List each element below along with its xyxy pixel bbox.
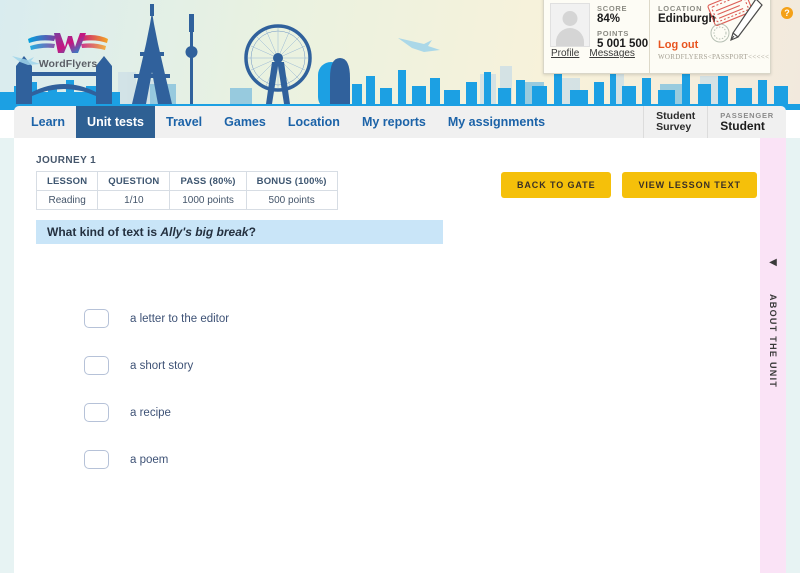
question-title-italic: Ally's big break [160,225,248,239]
header-banner: WordFlyers SCORE 84% POINTS 5 001 500 Pr… [0,0,800,110]
cell-question: 1/10 [98,191,170,210]
help-icon[interactable]: ? [781,7,793,19]
journey-label: JOURNEY 1 [36,155,96,166]
tab-my-reports[interactable]: My reports [351,106,437,138]
passport-right-page: LOCATION Edinburgh Log out WORDFLYERS<PA… [650,0,770,73]
header-bonus: BONUS (100%) [246,172,337,191]
header-question: QUESTION [98,172,170,191]
lesson-info-table: LESSON QUESTION PASS (80%) BONUS (100%) … [36,171,338,210]
chevron-left-icon: ◀ [769,258,777,268]
header-pass: PASS (80%) [170,172,246,191]
logout-link[interactable]: Log out [658,39,698,51]
passport-left-page: SCORE 84% POINTS 5 001 500 Profile Messa… [544,0,650,73]
tab-travel[interactable]: Travel [155,106,213,138]
about-the-unit-tab[interactable]: ◀ ABOUT THE UNIT [760,138,786,573]
checkbox-icon[interactable] [84,356,109,375]
answer-option-1[interactable]: a letter to the editor [84,308,229,329]
passport-stamp-icon [698,0,768,57]
nav-tab-list: Learn Unit tests Travel Games Location M… [14,106,556,138]
wordflyers-logo-icon [26,27,110,57]
passport-links: Profile Messages [551,48,650,59]
student-survey-link[interactable]: Student Survey [643,106,707,138]
app-root: WordFlyers SCORE 84% POINTS 5 001 500 Pr… [0,0,800,573]
points-label: POINTS [597,29,648,38]
passenger-info: PASSENGER Student [707,106,786,138]
answer-option-2[interactable]: a short story [84,355,229,376]
passport-panel: SCORE 84% POINTS 5 001 500 Profile Messa… [543,0,771,74]
answer-option-3[interactable]: a recipe [84,402,229,423]
table-header-row: LESSON QUESTION PASS (80%) BONUS (100%) [37,172,338,191]
answer-option-4[interactable]: a poem [84,449,229,470]
profile-link[interactable]: Profile [551,48,579,59]
tab-unit-tests[interactable]: Unit tests [76,106,155,138]
nav-right-section: Student Survey PASSENGER Student [643,106,786,138]
cell-pass: 1000 points [170,191,246,210]
answer-label: a poem [130,454,168,466]
cell-bonus: 500 points [246,191,337,210]
lesson-page: JOURNEY 1 LESSON QUESTION PASS (80%) BON… [14,138,786,573]
score-label: SCORE [597,4,648,13]
brand-logo[interactable]: WordFlyers [26,27,110,75]
page-edge-left [0,138,14,573]
passenger-name: Student [720,120,774,133]
tab-location[interactable]: Location [277,106,351,138]
question-banner: What kind of text is Ally's big break? [36,220,443,244]
score-value: 84% [597,13,648,26]
action-buttons: BACK TO GATE VIEW LESSON TEXT [501,172,757,198]
question-suffix: ? [249,225,256,239]
cell-lesson: Reading [37,191,98,210]
answer-label: a letter to the editor [130,313,229,325]
back-to-gate-button[interactable]: BACK TO GATE [501,172,611,198]
tab-games[interactable]: Games [213,106,277,138]
question-prefix: What kind of text is [47,225,160,239]
pen-icon [731,0,762,40]
page-edge-right [786,138,800,573]
header-lesson: LESSON [37,172,98,191]
answer-label: a recipe [130,407,171,419]
checkbox-icon[interactable] [84,309,109,328]
answer-label: a short story [130,360,193,372]
checkbox-icon[interactable] [84,403,109,422]
avatar [550,3,590,47]
tab-learn[interactable]: Learn [20,106,76,138]
messages-link[interactable]: Messages [589,48,635,59]
question-text: What kind of text is Ally's big break? [47,225,256,239]
view-lesson-text-button[interactable]: VIEW LESSON TEXT [622,172,756,198]
student-survey-line2: Survey [656,122,695,134]
brand-name: WordFlyers [26,58,110,70]
score-points-block: SCORE 84% POINTS 5 001 500 [590,3,648,73]
table-row: Reading 1/10 1000 points 500 points [37,191,338,210]
answer-options-list: a letter to the editor a short story a r… [84,308,229,496]
checkbox-icon[interactable] [84,450,109,469]
tab-my-assignments[interactable]: My assignments [437,106,556,138]
main-navigation: Learn Unit tests Travel Games Location M… [14,106,786,138]
about-the-unit-label: ABOUT THE UNIT [768,294,778,388]
